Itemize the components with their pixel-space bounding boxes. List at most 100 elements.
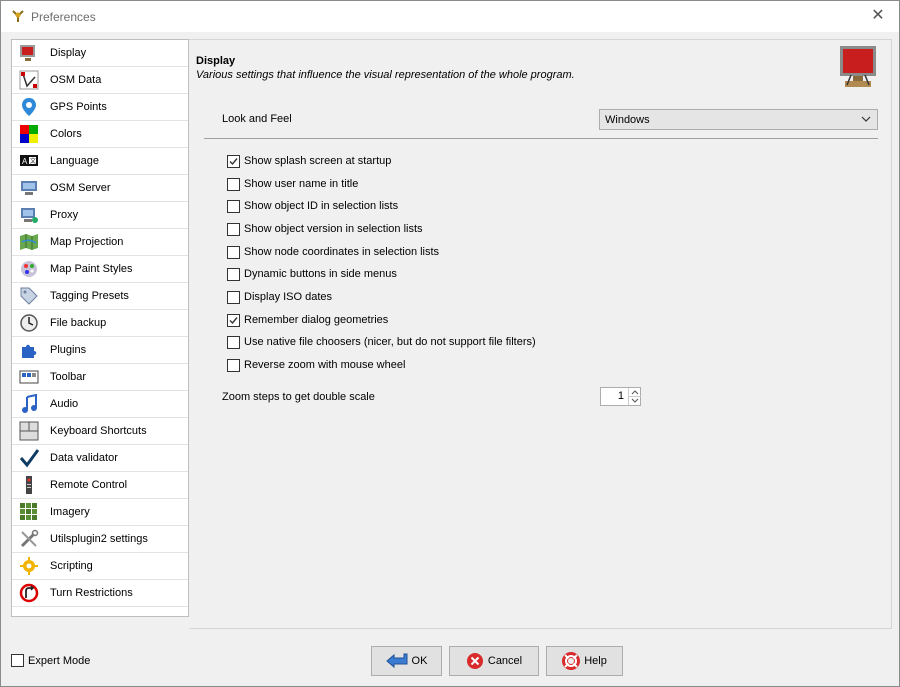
- reverse-zoom-checkbox[interactable]: [227, 358, 240, 372]
- sidebar-item-label: File backup: [50, 317, 107, 329]
- panel-title: Display: [196, 55, 236, 67]
- sidebar-item-osm-data[interactable]: OSM Data: [12, 67, 188, 94]
- sidebar-item-label: Data validator: [50, 452, 118, 464]
- display-settings-panel: Display Various settings that influence …: [189, 39, 892, 629]
- sidebar-item-plugins[interactable]: Plugins: [12, 337, 188, 364]
- help-button-label: Help: [584, 655, 607, 667]
- zoom-steps-value: 1: [617, 390, 624, 402]
- josm-app-icon: [11, 9, 25, 23]
- checkbox-label: Show object version in selection lists: [244, 223, 423, 235]
- sidebar-item-label: Imagery: [50, 506, 90, 518]
- checkbox-row-object-version[interactable]: Show object version in selection lists: [227, 221, 423, 237]
- lifebuoy-icon: [562, 652, 581, 670]
- checkbox-row-node-coordinates[interactable]: Show node coordinates in selection lists: [227, 244, 439, 260]
- keyboard-shortcuts-icon: [18, 420, 40, 442]
- help-button[interactable]: Help: [546, 646, 623, 676]
- gps-points-icon: [18, 96, 40, 118]
- turn-restrictions-icon: [18, 582, 40, 604]
- sidebar-item-remote-control[interactable]: Remote Control: [12, 472, 188, 499]
- cancel-button[interactable]: Cancel: [449, 646, 539, 676]
- ok-arrow-icon: [385, 653, 408, 669]
- checkbox-label: Show user name in title: [244, 178, 359, 190]
- sidebar-item-toolbar[interactable]: Toolbar: [12, 364, 188, 391]
- title-bar: Preferences ✕: [1, 1, 899, 32]
- sidebar-item-imagery[interactable]: Imagery: [12, 499, 188, 526]
- show-node-coordinates-checkbox[interactable]: [227, 245, 240, 259]
- checkbox-row-reverse-zoom[interactable]: Reverse zoom with mouse wheel: [227, 357, 405, 373]
- show-user-name-checkbox[interactable]: [227, 177, 240, 191]
- sidebar-item-label: Map Paint Styles: [50, 263, 133, 275]
- look-and-feel-select[interactable]: Windows: [599, 109, 878, 130]
- checkbox-row-native-file-choosers[interactable]: Use native file choosers (nicer, but do …: [227, 334, 536, 350]
- sidebar-item-file-backup[interactable]: File backup: [12, 310, 188, 337]
- display-iso-dates-checkbox[interactable]: [227, 290, 240, 304]
- checkbox-row-user-name[interactable]: Show user name in title: [227, 176, 358, 192]
- show-splash-checkbox[interactable]: [227, 154, 240, 168]
- svg-text:A: A: [22, 157, 28, 166]
- spinner-arrows-icon[interactable]: [628, 388, 641, 405]
- svg-text:文: 文: [30, 157, 36, 165]
- osm-data-icon: [18, 69, 40, 91]
- sidebar-item-label: Colors: [50, 128, 82, 140]
- zoom-steps-spinner[interactable]: 1: [600, 387, 641, 406]
- checkbox-row-splash[interactable]: Show splash screen at startup: [227, 153, 391, 169]
- proxy-icon: [18, 204, 40, 226]
- sidebar-item-colors[interactable]: Colors: [12, 121, 188, 148]
- zoom-steps-label: Zoom steps to get double scale: [222, 391, 375, 403]
- ok-button[interactable]: OK: [371, 646, 442, 676]
- tagging-presets-icon: [18, 285, 40, 307]
- display-icon: [839, 45, 879, 89]
- checkbox-row-dialog-geometries[interactable]: Remember dialog geometries: [227, 312, 388, 328]
- map-paint-styles-icon: [18, 258, 40, 280]
- osm-server-icon: [18, 177, 40, 199]
- language-icon: A文: [18, 150, 40, 172]
- sidebar-item-keyboard-shortcuts[interactable]: Keyboard Shortcuts: [12, 418, 188, 445]
- sidebar-item-label: Proxy: [50, 209, 79, 221]
- sidebar-item-data-validator[interactable]: Data validator: [12, 445, 188, 472]
- map-projection-icon: [18, 231, 40, 253]
- sidebar-item-map-paint-styles[interactable]: Map Paint Styles: [12, 256, 188, 283]
- show-object-version-checkbox[interactable]: [227, 222, 240, 236]
- plugins-icon: [18, 339, 40, 361]
- checkbox-label: Reverse zoom with mouse wheel: [244, 359, 406, 371]
- utilsplugin2-icon: [18, 528, 40, 550]
- sidebar-item-language[interactable]: A文 Language: [12, 148, 188, 175]
- sidebar-item-proxy[interactable]: Proxy: [12, 202, 188, 229]
- remember-dialog-geometries-checkbox[interactable]: [227, 313, 240, 327]
- expert-mode-toggle[interactable]: Expert Mode: [11, 654, 90, 667]
- chevron-down-icon: [860, 113, 872, 125]
- panel-description: Various settings that influence the visu…: [196, 69, 575, 81]
- sidebar-item-turn-restrictions[interactable]: Turn Restrictions: [12, 580, 188, 607]
- sidebar-item-label: Audio: [50, 398, 79, 410]
- sidebar-item-label: OSM Data: [50, 74, 102, 86]
- sidebar-item-tagging-presets[interactable]: Tagging Presets: [12, 283, 188, 310]
- native-file-choosers-checkbox[interactable]: [227, 335, 240, 349]
- show-object-id-checkbox[interactable]: [227, 199, 240, 213]
- colors-icon: [18, 123, 40, 145]
- checkbox-label: Use native file choosers (nicer, but do …: [244, 336, 536, 348]
- toolbar-icon: [18, 366, 40, 388]
- checkbox-row-object-id[interactable]: Show object ID in selection lists: [227, 198, 398, 214]
- expert-mode-label: Expert Mode: [28, 654, 91, 667]
- cancel-icon: [466, 652, 484, 670]
- imagery-icon: [18, 501, 40, 523]
- cancel-button-label: Cancel: [487, 655, 523, 667]
- ok-button-label: OK: [411, 655, 428, 667]
- dynamic-buttons-checkbox[interactable]: [227, 267, 240, 281]
- sidebar-item-audio[interactable]: Audio: [12, 391, 188, 418]
- checkbox-row-iso-dates[interactable]: Display ISO dates: [227, 289, 332, 305]
- checkbox-label: Show node coordinates in selection lists: [244, 246, 440, 258]
- sidebar-item-scripting[interactable]: Scripting: [12, 553, 188, 580]
- sidebar-item-map-projection[interactable]: Map Projection: [12, 229, 188, 256]
- sidebar-item-gps-points[interactable]: GPS Points: [12, 94, 188, 121]
- sidebar-item-label: Scripting: [50, 560, 93, 572]
- checkbox-row-dynamic-buttons[interactable]: Dynamic buttons in side menus: [227, 266, 397, 282]
- sidebar-item-label: Turn Restrictions: [50, 587, 133, 599]
- window-title: Preferences: [31, 10, 96, 24]
- audio-icon: [18, 393, 40, 415]
- sidebar-item-utilsplugin2[interactable]: Utilsplugin2 settings: [12, 526, 188, 553]
- expert-mode-checkbox[interactable]: [11, 654, 24, 667]
- sidebar-item-osm-server[interactable]: OSM Server: [12, 175, 188, 202]
- sidebar-item-display[interactable]: Display: [12, 40, 188, 67]
- close-icon[interactable]: ✕: [869, 7, 887, 25]
